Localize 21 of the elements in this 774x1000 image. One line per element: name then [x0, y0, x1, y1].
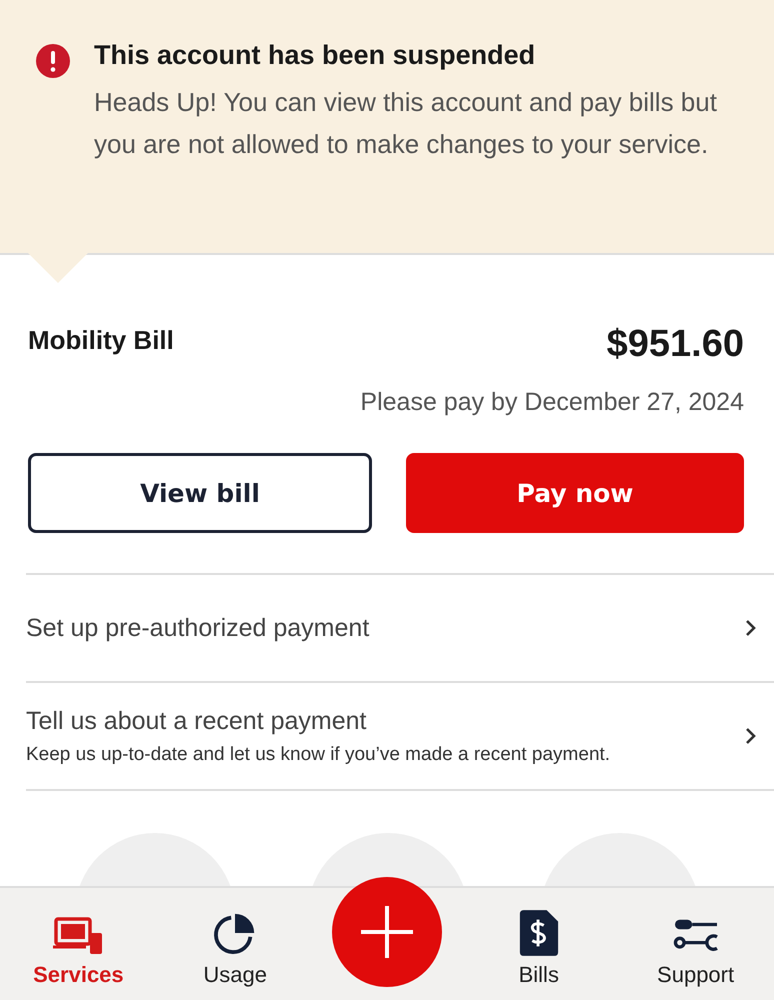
- devices-icon: [52, 916, 104, 956]
- chevron-icon: [744, 619, 756, 637]
- alert-icon: [36, 44, 70, 78]
- bill-amount: $951.60: [606, 323, 744, 366]
- bill-title: Mobility Bill: [28, 325, 174, 356]
- nav-tab[interactable]: Services: [18, 916, 138, 1000]
- nav-tab[interactable]: Support: [636, 914, 756, 1000]
- row-title: Tell us about a recent payment: [26, 706, 368, 736]
- due-date: Please pay by December 27, 2024: [359, 388, 744, 417]
- row-subtitle: Keep us up-to-date and let us know if you’ve made a recent payment.: [26, 744, 610, 766]
- row-title: Set up pre-authorized payment: [26, 614, 370, 642]
- view-bill-button[interactable]: View bill: [28, 453, 372, 533]
- list-row[interactable]: Set up pre-authorized payment: [26, 575, 774, 683]
- list-row[interactable]: Tell us about a recent payment Keep us up-to-date and let us know if you’ve made a recent payment.: [26, 683, 774, 791]
- chevron-icon: [744, 727, 756, 745]
- nav-tab[interactable]: Bills: [478, 910, 599, 1000]
- bill-icon: [518, 910, 560, 956]
- alert-message: Heads Up! You can view this account and pay bills but you are not allowed to make changes to your service.: [94, 86, 718, 161]
- alert-title: This account has been suspended: [94, 40, 536, 71]
- nav-tab[interactable]: Usage: [175, 910, 296, 1000]
- pay-button[interactable]: Pay now: [406, 453, 744, 533]
